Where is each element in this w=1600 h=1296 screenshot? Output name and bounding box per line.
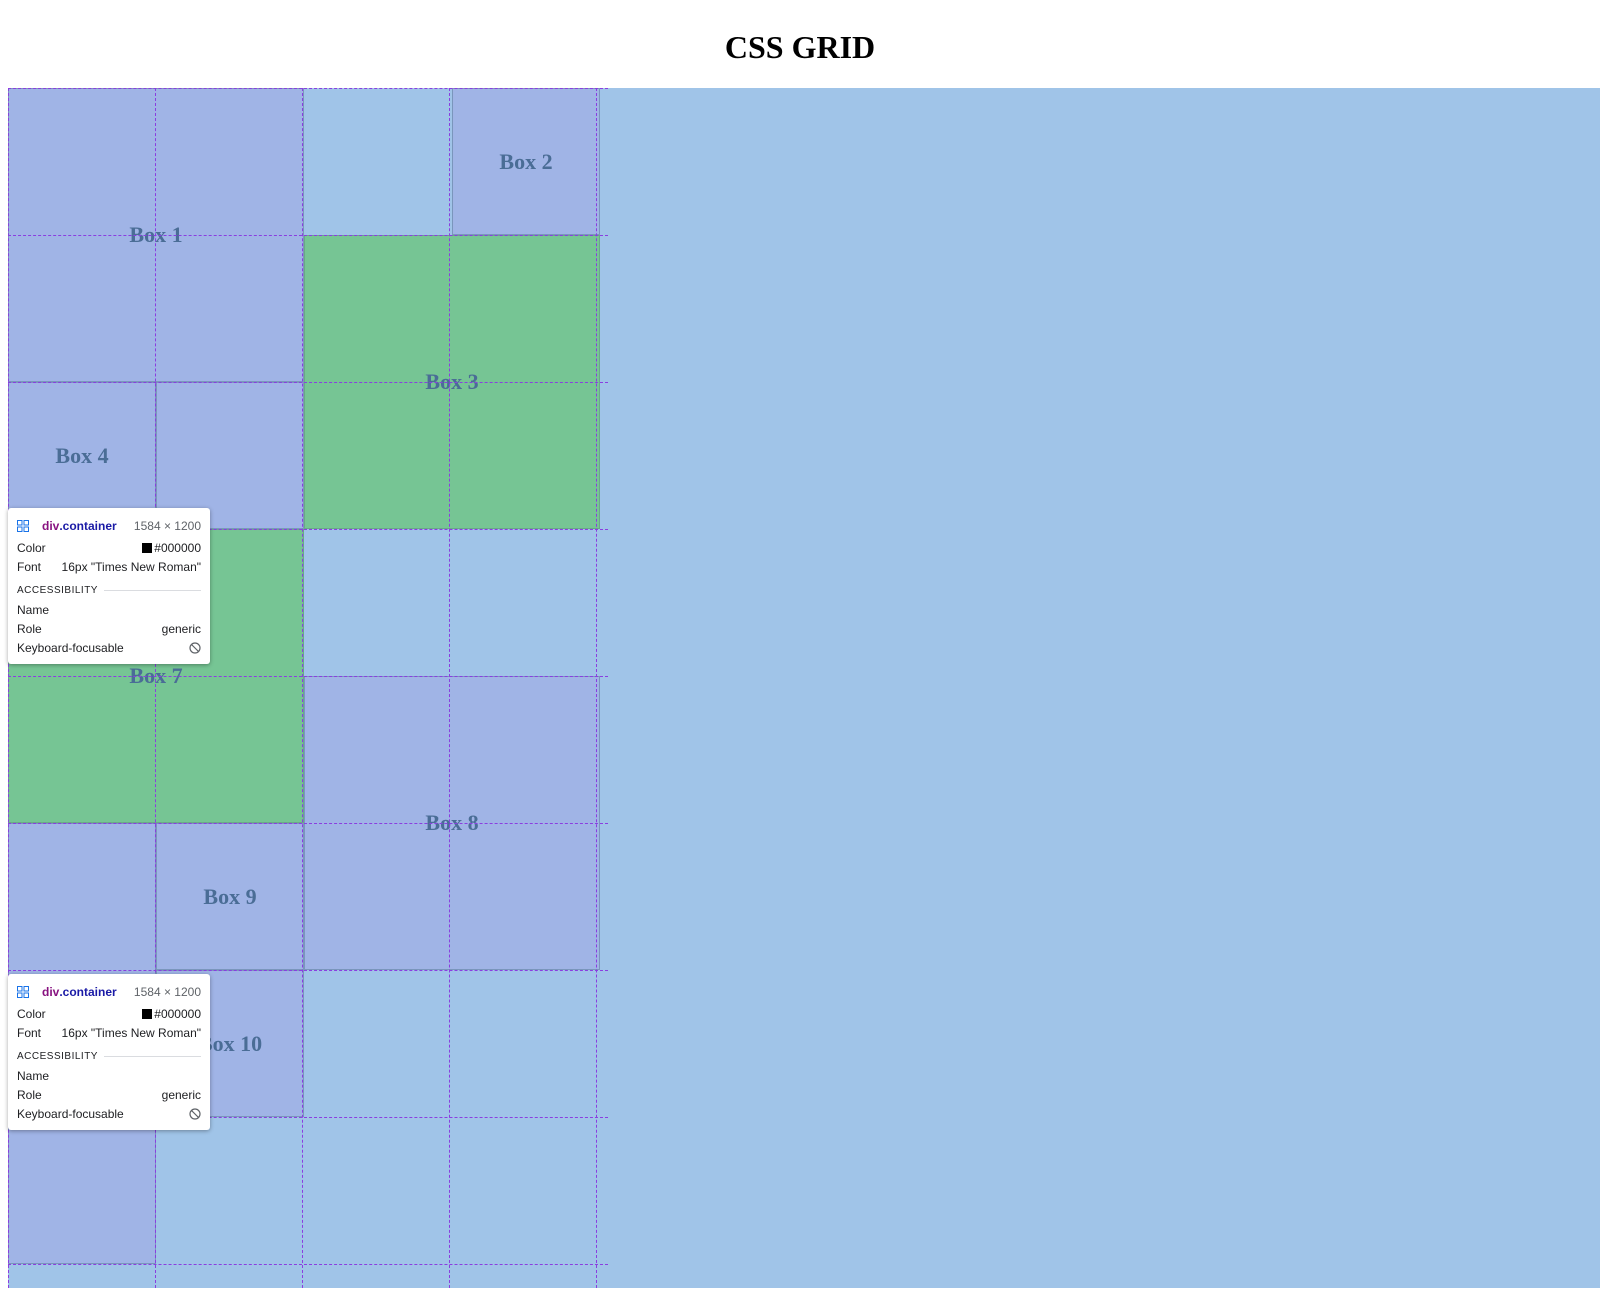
tooltip-color-value: #000000: [154, 540, 201, 555]
not-allowed-icon: [189, 641, 201, 654]
tooltip-focusable-label: Keyboard-focusable: [17, 1106, 124, 1121]
grid-box-2: Box 2: [452, 88, 600, 235]
tooltip-color-label: Color: [17, 1006, 46, 1021]
grid-box-9: Box 9: [156, 823, 304, 970]
tooltip-element-class: .container: [59, 985, 117, 999]
tooltip-element-tag: div: [42, 519, 60, 533]
devtools-inspect-tooltip: div .container 1584 × 1200 Color #000000 …: [8, 974, 210, 1130]
box-label: Box 9: [203, 883, 257, 909]
section-divider: [103, 589, 201, 591]
box-label: Box 1: [129, 222, 183, 247]
color-swatch: [142, 1008, 153, 1019]
grid-row-line: [8, 1264, 608, 1265]
section-divider: [103, 1055, 201, 1057]
tooltip-font-label: Font: [17, 1025, 42, 1040]
color-swatch: [142, 542, 153, 553]
box-label: Box 8: [425, 810, 479, 835]
tooltip-element-tag: div: [42, 985, 60, 999]
tooltip-section-label: ACCESSIBILITY: [17, 1050, 98, 1062]
tooltip-dimensions: 1584 × 1200: [133, 519, 201, 533]
tooltip-element-class: .container: [59, 519, 117, 533]
grid-icon: [17, 986, 29, 998]
page-title: CSS GRID: [724, 29, 876, 65]
tooltip-font-value: 16px "Times New Roman": [61, 559, 201, 574]
box-label: Box 4: [55, 442, 109, 468]
tooltip-focusable-label: Keyboard-focusable: [17, 640, 124, 655]
grid-icon: [17, 520, 29, 532]
not-allowed-icon: [189, 1107, 201, 1120]
tooltip-role-value: generic: [161, 621, 201, 636]
grid-box-5: [156, 382, 304, 529]
tooltip-role-value: generic: [161, 1087, 201, 1102]
grid-container: Box 1 Box 2 Box 3 Box 4 Box 7 Box 8 Box …: [8, 88, 1600, 1288]
tooltip-name-label: Name: [17, 602, 50, 617]
tooltip-section-label: ACCESSIBILITY: [17, 584, 98, 596]
tooltip-name-label: Name: [17, 1068, 50, 1083]
box-label: Box 3: [425, 369, 479, 394]
tooltip-dimensions: 1584 × 1200: [133, 985, 201, 999]
tooltip-color-value: #000000: [154, 1006, 201, 1021]
box-label: Box 7: [129, 663, 183, 688]
tooltip-role-label: Role: [17, 621, 42, 636]
grid-box-3: Box 3: [304, 235, 600, 529]
tooltip-color-label: Color: [17, 540, 46, 555]
tooltip-role-label: Role: [17, 1087, 42, 1102]
box-label: Box 2: [499, 148, 553, 174]
tooltip-font-value: 16px "Times New Roman": [61, 1025, 201, 1040]
grid-box-4: Box 4: [8, 382, 156, 529]
devtools-inspect-tooltip: div .container 1584 × 1200 Color #000000 …: [8, 508, 210, 664]
grid-box-8: Box 8: [304, 676, 600, 970]
tooltip-font-label: Font: [17, 559, 42, 574]
grid-box-1: Box 1: [8, 88, 304, 382]
